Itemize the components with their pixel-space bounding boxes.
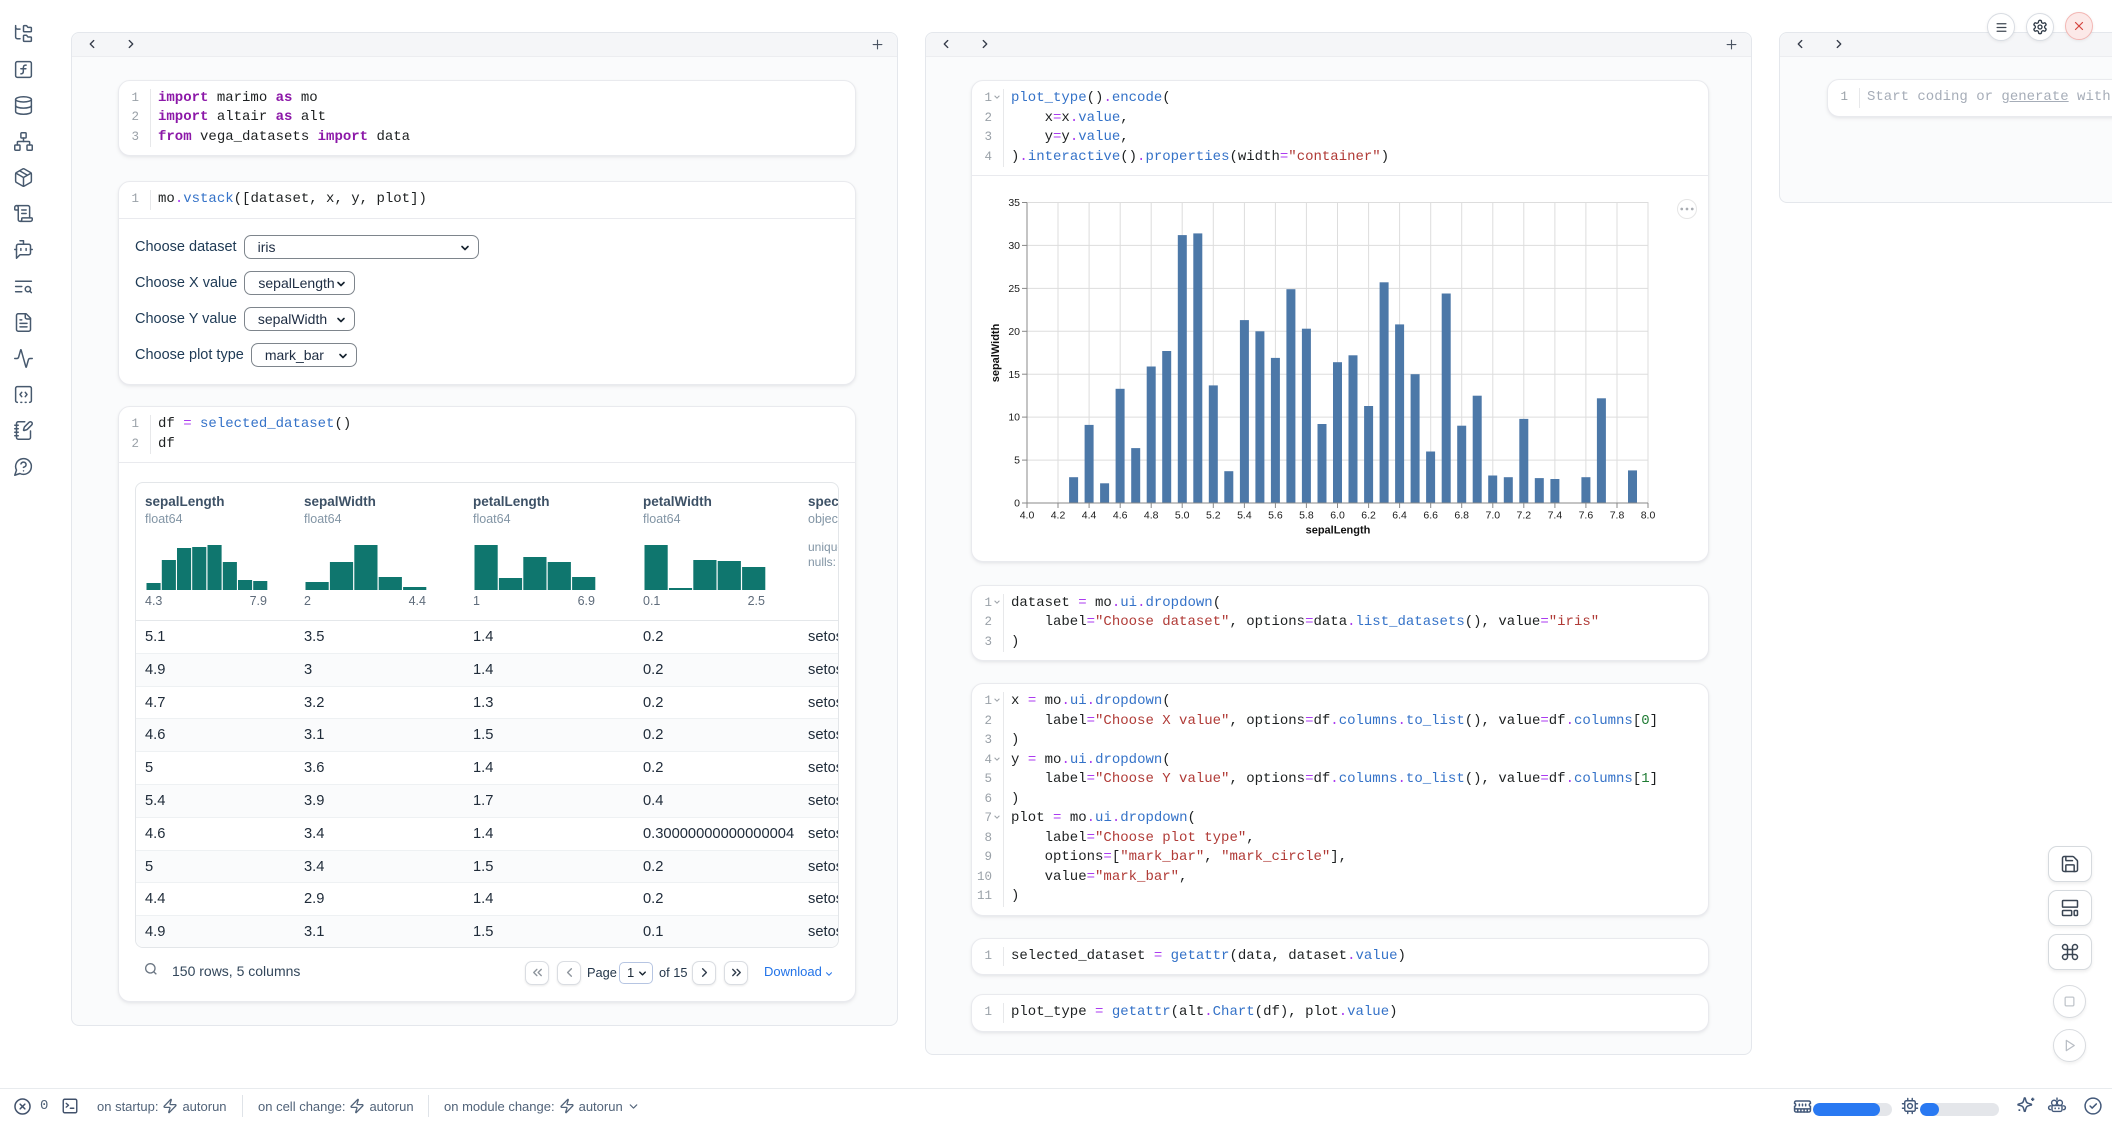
- svg-text:sepalWidth: sepalWidth: [990, 323, 1002, 382]
- svg-text:10: 10: [1008, 412, 1020, 424]
- svg-text:35: 35: [1008, 197, 1020, 209]
- svg-text:5.4: 5.4: [1237, 510, 1252, 522]
- svg-text:7.4: 7.4: [1548, 510, 1563, 522]
- svg-text:4.8: 4.8: [1144, 510, 1159, 522]
- svg-text:20: 20: [1008, 326, 1020, 338]
- svg-text:7.6: 7.6: [1579, 510, 1594, 522]
- svg-text:7.0: 7.0: [1485, 510, 1500, 522]
- svg-text:5: 5: [1014, 455, 1020, 467]
- svg-text:4.2: 4.2: [1051, 510, 1066, 522]
- svg-text:7.8: 7.8: [1610, 510, 1625, 522]
- svg-text:30: 30: [1008, 240, 1020, 252]
- svg-text:6.2: 6.2: [1361, 510, 1376, 522]
- svg-text:6.4: 6.4: [1392, 510, 1407, 522]
- svg-text:4.0: 4.0: [1020, 510, 1035, 522]
- svg-text:5.2: 5.2: [1206, 510, 1221, 522]
- svg-text:6.6: 6.6: [1423, 510, 1438, 522]
- svg-text:5.0: 5.0: [1175, 510, 1190, 522]
- svg-text:15: 15: [1008, 369, 1020, 381]
- svg-text:6.8: 6.8: [1454, 510, 1469, 522]
- svg-text:25: 25: [1008, 283, 1020, 295]
- svg-text:sepalLength: sepalLength: [1306, 525, 1371, 537]
- svg-text:7.2: 7.2: [1516, 510, 1531, 522]
- svg-text:0: 0: [1014, 498, 1020, 510]
- svg-text:4.6: 4.6: [1113, 510, 1128, 522]
- svg-text:5.6: 5.6: [1268, 510, 1283, 522]
- svg-text:6.0: 6.0: [1330, 510, 1345, 522]
- svg-text:5.8: 5.8: [1299, 510, 1314, 522]
- svg-text:8.0: 8.0: [1641, 510, 1656, 522]
- svg-text:4.4: 4.4: [1082, 510, 1097, 522]
